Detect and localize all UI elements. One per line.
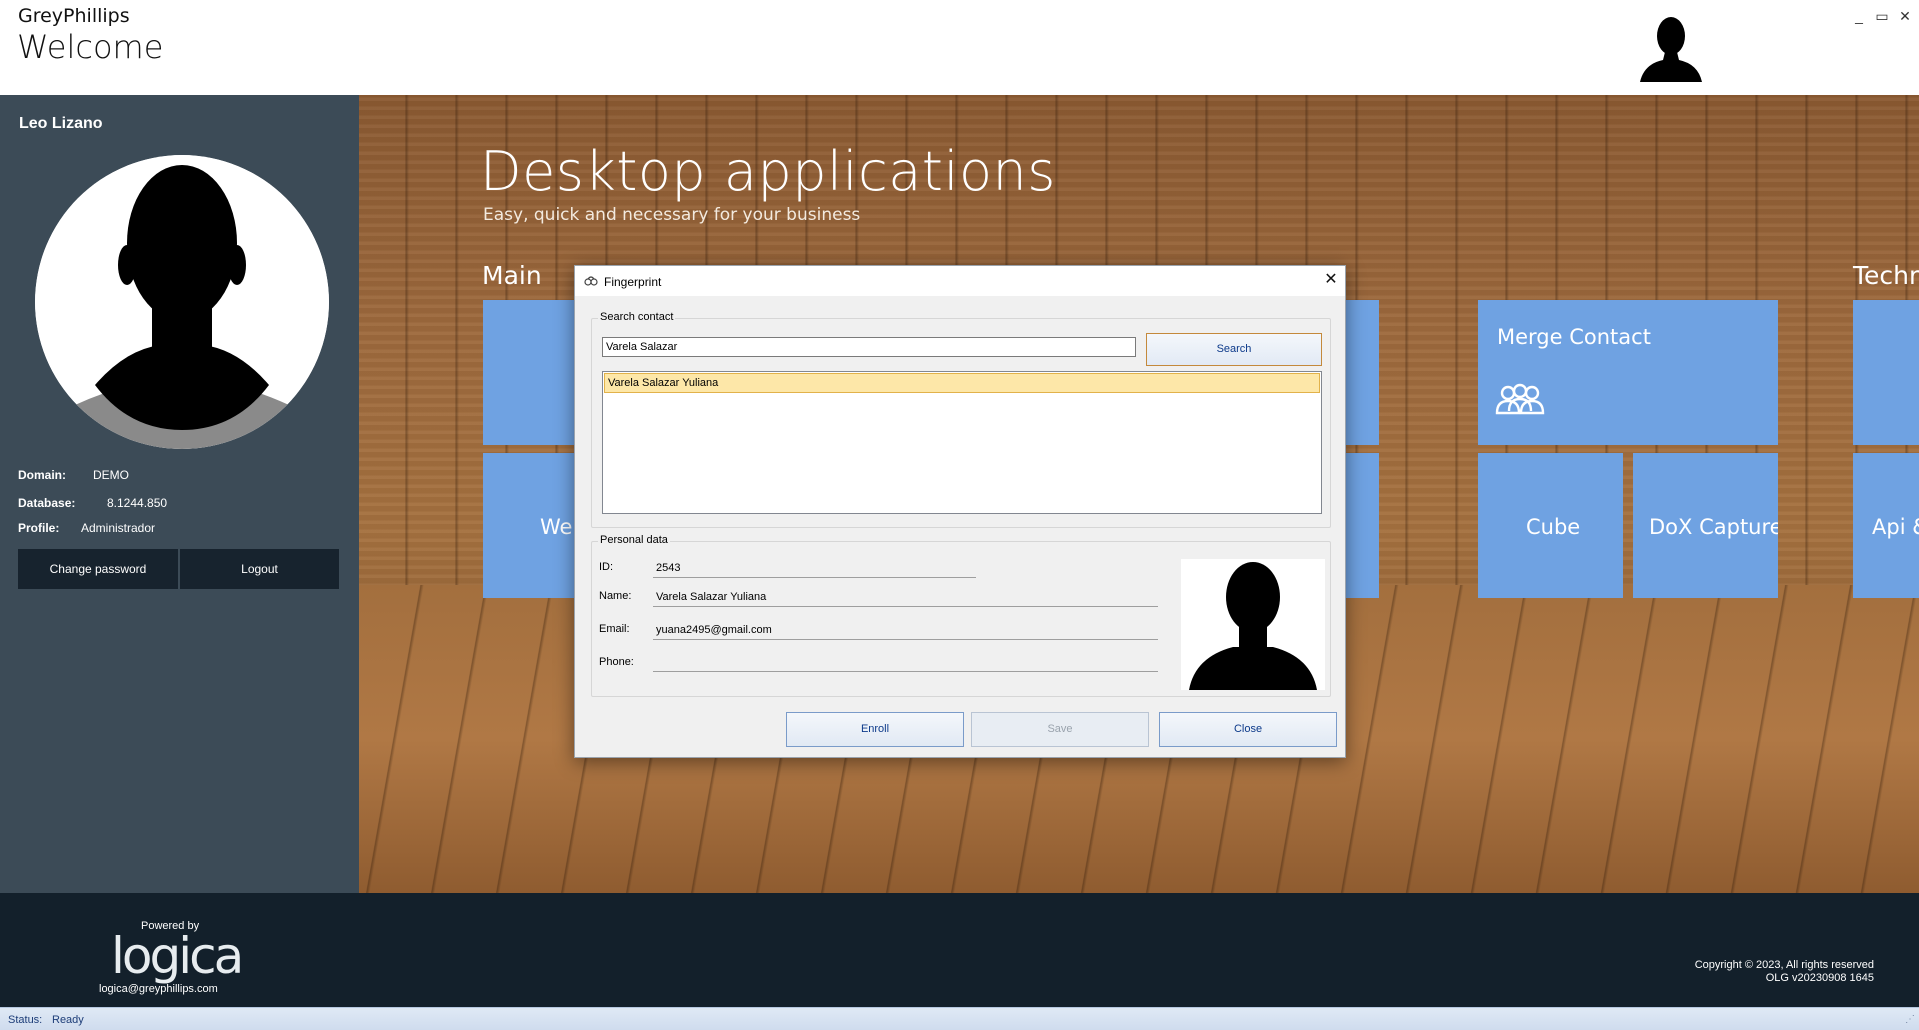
database-row: Database: 8.1244.850 bbox=[18, 496, 167, 510]
minimize-button[interactable]: _ bbox=[1849, 6, 1869, 26]
id-label: ID: bbox=[599, 561, 614, 573]
tile-cube[interactable]: Cube bbox=[1478, 453, 1623, 598]
copyright-block: Copyright © 2023, All rights reserved OL… bbox=[1695, 959, 1874, 985]
profile-row: Profile: Administrador bbox=[18, 521, 155, 535]
database-value: 8.1244.850 bbox=[107, 496, 168, 510]
group-label-technical: Techn bbox=[1853, 261, 1919, 290]
enroll-button[interactable]: Enroll bbox=[786, 712, 964, 747]
domain-value: DEMO bbox=[93, 468, 129, 482]
save-button[interactable]: Save bbox=[971, 712, 1149, 747]
tile-merge-contact[interactable]: Merge Contact bbox=[1478, 300, 1778, 445]
sidebar: Leo Lizano Domain: DEMO Database: 8.1244… bbox=[0, 95, 359, 893]
company-name: GreyPhillips bbox=[18, 5, 130, 27]
main-subtitle: Easy, quick and necessary for your busin… bbox=[483, 205, 861, 225]
id-field[interactable]: 2543 bbox=[653, 559, 976, 578]
app-window: GreyPhillips Welcome _ ▭ ✕ Leo Lizano Do… bbox=[0, 0, 1919, 1030]
profile-photo bbox=[35, 155, 329, 449]
phone-field[interactable] bbox=[653, 653, 1158, 672]
fingerprint-icon bbox=[584, 276, 598, 286]
email-label: Email: bbox=[599, 623, 630, 635]
status-label: Status: bbox=[8, 1014, 43, 1026]
resize-grip-icon[interactable]: ⋰ bbox=[1905, 1014, 1915, 1025]
tile-label: DoX Capture bbox=[1649, 515, 1778, 539]
group-people-icon bbox=[1495, 383, 1545, 415]
copyright-text: Copyright © 2023, All rights reserved bbox=[1694, 959, 1874, 971]
search-input[interactable] bbox=[602, 337, 1136, 357]
dialog-titlebar[interactable]: Fingerprint ✕ bbox=[575, 266, 1345, 296]
dialog-title: Fingerprint bbox=[604, 275, 662, 289]
user-avatar-icon[interactable] bbox=[1636, 14, 1706, 82]
profile-value: Administrador bbox=[81, 521, 156, 535]
list-item[interactable]: Varela Salazar Yuliana bbox=[604, 373, 1320, 393]
name-label: Name: bbox=[599, 590, 632, 602]
person-silhouette-icon bbox=[1189, 562, 1317, 690]
status-bar: Status: Ready ⋰ bbox=[0, 1007, 1919, 1030]
user-name: Leo Lizano bbox=[19, 115, 103, 132]
footer: Powered by logica logica@greyphillips.co… bbox=[0, 893, 1919, 1007]
profile-label: Profile: bbox=[18, 521, 60, 535]
tile-label: Merge Contact bbox=[1497, 325, 1651, 349]
search-group-title: Search contact bbox=[598, 311, 676, 323]
person-silhouette-icon bbox=[35, 155, 329, 449]
maximize-button[interactable]: ▭ bbox=[1872, 6, 1892, 26]
tile-label: Cube bbox=[1526, 515, 1581, 539]
page-title: Welcome bbox=[17, 28, 164, 66]
dialog-close-icon[interactable]: ✕ bbox=[1322, 271, 1340, 289]
search-results-list[interactable]: Varela Salazar Yuliana bbox=[602, 371, 1322, 514]
personal-data-group: Personal data ID: 2543 Name: Varela Sala… bbox=[591, 534, 1331, 697]
header: GreyPhillips Welcome _ ▭ ✕ bbox=[0, 0, 1919, 95]
personal-group-title: Personal data bbox=[598, 534, 670, 546]
close-button[interactable]: Close bbox=[1159, 712, 1337, 747]
tile-label: Wei bbox=[540, 515, 579, 539]
logout-button[interactable]: Logout bbox=[180, 549, 339, 589]
name-field[interactable]: Varela Salazar Yuliana bbox=[653, 588, 1158, 607]
contact-photo bbox=[1181, 559, 1325, 690]
tile-technical-1[interactable] bbox=[1853, 300, 1919, 445]
search-contact-group: Search contact Search Varela Salazar Yul… bbox=[591, 311, 1331, 528]
tile-label: Api & bbox=[1872, 515, 1919, 539]
domain-row: Domain: DEMO bbox=[18, 468, 129, 482]
main-title: Desktop applications bbox=[480, 140, 1056, 203]
search-button[interactable]: Search bbox=[1146, 333, 1322, 366]
group-label-main: Main bbox=[482, 261, 542, 290]
change-password-button[interactable]: Change password bbox=[18, 549, 178, 589]
logica-logo: logica bbox=[111, 927, 244, 985]
tile-technical-2[interactable]: Api & bbox=[1853, 453, 1919, 598]
fingerprint-dialog: Fingerprint ✕ Search contact Search Vare… bbox=[574, 265, 1346, 758]
email-field[interactable]: yuana2495@gmail.com bbox=[653, 621, 1158, 640]
contact-email[interactable]: logica@greyphillips.com bbox=[99, 983, 218, 995]
phone-label: Phone: bbox=[599, 656, 634, 668]
domain-label: Domain: bbox=[18, 468, 66, 482]
close-window-button[interactable]: ✕ bbox=[1895, 6, 1915, 26]
version-text: OLG v20230908 1645 bbox=[1765, 972, 1874, 984]
database-label: Database: bbox=[18, 496, 76, 510]
tile-dox-capture[interactable]: DoX Capture bbox=[1633, 453, 1778, 598]
status-value: Ready bbox=[52, 1014, 84, 1026]
